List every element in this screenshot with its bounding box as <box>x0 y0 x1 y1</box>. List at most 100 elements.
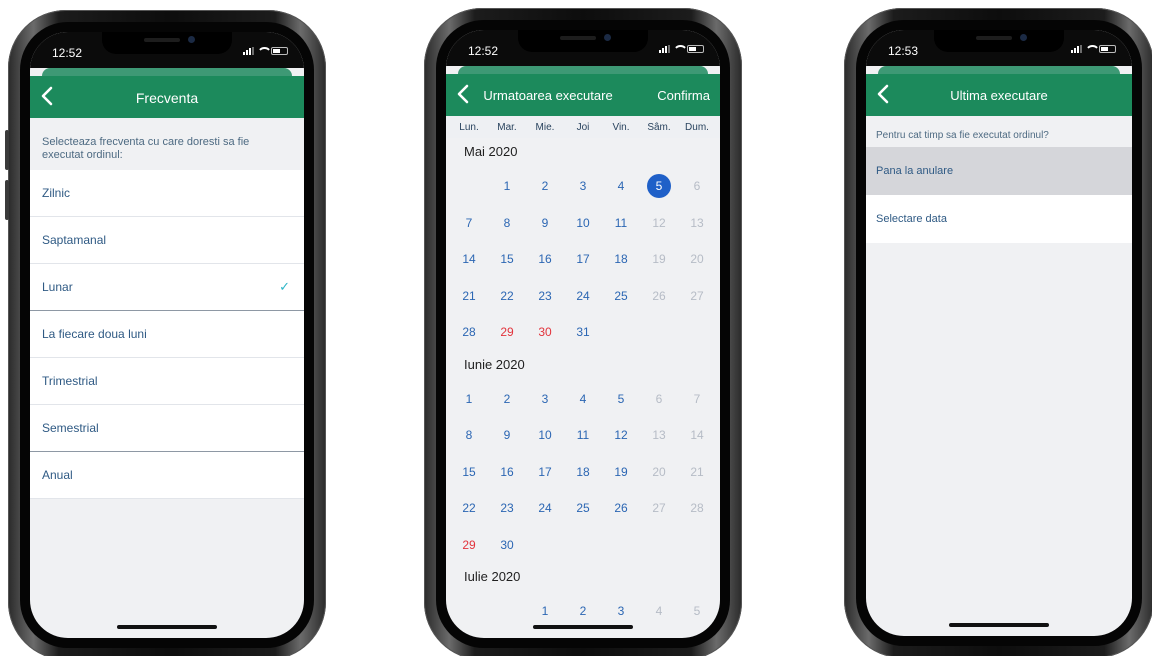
weekday-label: Sâm. <box>647 121 671 133</box>
page-title: Frecventa <box>135 90 199 106</box>
frequency-option[interactable]: Trimestrial <box>30 358 304 406</box>
calendar-day[interactable]: 29 <box>488 314 526 351</box>
home-indicator[interactable] <box>117 625 217 629</box>
calendar-day[interactable]: 30 <box>526 314 564 351</box>
calendar-day[interactable]: 23 <box>488 490 526 527</box>
duration-option[interactable]: Pana la anulare <box>866 147 1132 195</box>
frequency-option[interactable]: La fiecare doua luni <box>30 311 304 359</box>
calendar-day[interactable]: 15 <box>450 454 488 491</box>
calendar-day[interactable]: 16 <box>488 454 526 491</box>
status-time: 12:52 <box>52 46 83 60</box>
calendar-day[interactable]: 11 <box>564 417 602 454</box>
signal-icon <box>243 47 254 55</box>
frequency-option-label: Lunar <box>42 280 73 295</box>
calendar-day[interactable]: 30 <box>488 527 526 564</box>
calendar-day: 14 <box>690 428 704 443</box>
calendar-day[interactable]: 9 <box>564 630 602 639</box>
frequency-option-label: Saptamanal <box>42 233 107 248</box>
calendar-day[interactable]: 1 <box>450 381 488 418</box>
calendar-day[interactable]: 18 <box>602 241 640 278</box>
notch <box>518 30 648 52</box>
battery-icon <box>687 45 704 53</box>
calendar-day[interactable]: 9 <box>526 205 564 242</box>
calendar-day[interactable]: 16 <box>526 241 564 278</box>
calendar-day: 20 <box>652 464 666 479</box>
confirm-button[interactable]: Confirma <box>657 88 710 103</box>
calendar-day[interactable]: 18 <box>564 454 602 491</box>
battery-icon <box>1099 45 1116 53</box>
calendar-day[interactable]: 2 <box>526 168 564 205</box>
calendar-day[interactable]: 19 <box>602 454 640 491</box>
calendar-day: 26 <box>652 288 666 303</box>
calendar-day[interactable]: 15 <box>488 241 526 278</box>
calendar-day[interactable]: 7 <box>488 630 526 639</box>
calendar-day[interactable]: 22 <box>450 490 488 527</box>
calendar-day[interactable]: 11 <box>602 205 640 242</box>
calendar-day[interactable]: 10 <box>602 630 640 639</box>
calendar-day: 11 <box>640 630 678 639</box>
calendar-day[interactable]: 24 <box>564 278 602 315</box>
status-icons <box>243 47 288 55</box>
status-bar: 12:52 <box>30 32 304 68</box>
calendar-day[interactable]: 21 <box>450 278 488 315</box>
calendar-day[interactable]: 4 <box>602 168 640 205</box>
month-title: Mai 2020 <box>464 144 518 159</box>
calendar-day[interactable]: 23 <box>526 278 564 315</box>
calendar-day[interactable]: 3 <box>526 381 564 418</box>
calendar-day[interactable]: 12 <box>602 417 640 454</box>
month-grid: 1 2 3 4 5 6 7 8 9 10 11 12 13 14 15 16 17 18 19 20 21 22 23 24 2… <box>446 168 720 351</box>
calendar-day[interactable]: 22 <box>488 278 526 315</box>
phone-bezel: 12:52 Urmatoarea executare Confirma Lun.… <box>436 20 730 648</box>
frequency-option[interactable]: Lunar ✓ <box>30 264 304 312</box>
frequency-option[interactable]: Anual <box>30 452 304 500</box>
calendar-day[interactable]: 5 <box>602 381 640 418</box>
home-indicator[interactable] <box>533 625 633 629</box>
calendar-day[interactable]: 6 <box>450 630 488 639</box>
signal-icon <box>659 45 670 53</box>
calendar-day[interactable]: 2 <box>488 381 526 418</box>
calendar-day[interactable]: 10 <box>564 205 602 242</box>
selected-day: 5 <box>640 168 678 205</box>
nav-bar: Urmatoarea executare Confirma <box>446 74 720 116</box>
month-title: Iulie 2020 <box>464 569 521 584</box>
calendar-day[interactable]: 7 <box>450 205 488 242</box>
calendar-day[interactable]: 25 <box>564 490 602 527</box>
notch <box>102 32 232 54</box>
page-title: Ultima executare <box>950 88 1048 103</box>
calendar-day[interactable]: 26 <box>602 490 640 527</box>
frequency-option[interactable]: Saptamanal <box>30 217 304 265</box>
status-icons <box>1071 45 1116 53</box>
calendar-day: 6 <box>693 179 701 194</box>
calendar-day[interactable]: 8 <box>450 417 488 454</box>
calendar-day[interactable]: 17 <box>526 454 564 491</box>
duration-option[interactable]: Selectare data <box>866 195 1132 243</box>
calendar-day[interactable]: 4 <box>564 381 602 418</box>
calendar-content: Lun. Mar. Mie. Joi Vin. Sâm. Dum. Mai 2020 1 2 3 4… <box>446 116 720 638</box>
calendar-day[interactable]: 8 <box>488 205 526 242</box>
calendar-day[interactable]: 25 <box>602 278 640 315</box>
home-indicator[interactable] <box>949 623 1049 627</box>
calendar-day[interactable]: 14 <box>450 241 488 278</box>
calendar-day[interactable]: 29 <box>450 527 488 564</box>
calendar-day: 28 <box>690 501 704 516</box>
checkmark-icon: ✓ <box>279 279 290 295</box>
phone-frame-frequency: 12:52 Frecventa Selecteaza frecventa cu … <box>8 10 326 656</box>
calendar-day[interactable]: 24 <box>526 490 564 527</box>
calendar-day[interactable]: 28 <box>450 314 488 351</box>
frequency-option[interactable]: Semestrial <box>30 405 304 453</box>
month-title: Iunie 2020 <box>464 356 525 372</box>
frequency-content: Selecteaza frecventa cu care doresti sa … <box>30 118 304 638</box>
calendar-day[interactable]: 8 <box>526 630 564 639</box>
calendar-day[interactable]: 10 <box>526 417 564 454</box>
weekday-label: Lun. <box>459 121 479 133</box>
calendar-day: 27 <box>652 501 666 516</box>
calendar-day[interactable]: 9 <box>488 417 526 454</box>
frequency-option[interactable]: Zilnic <box>30 170 304 218</box>
calendar-day[interactable]: 1 <box>488 168 526 205</box>
wifi-icon <box>673 45 688 53</box>
calendar-day[interactable]: 17 <box>564 241 602 278</box>
month-grid: 1 2 3 4 5 6 7 8 9 10 11 12 13 14 15 16 17 18 19 20 21 22 23 24 2… <box>446 381 720 564</box>
calendar-day[interactable]: 3 <box>564 168 602 205</box>
calendar-day[interactable]: 31 <box>564 314 602 351</box>
phone-side-button <box>5 130 9 170</box>
